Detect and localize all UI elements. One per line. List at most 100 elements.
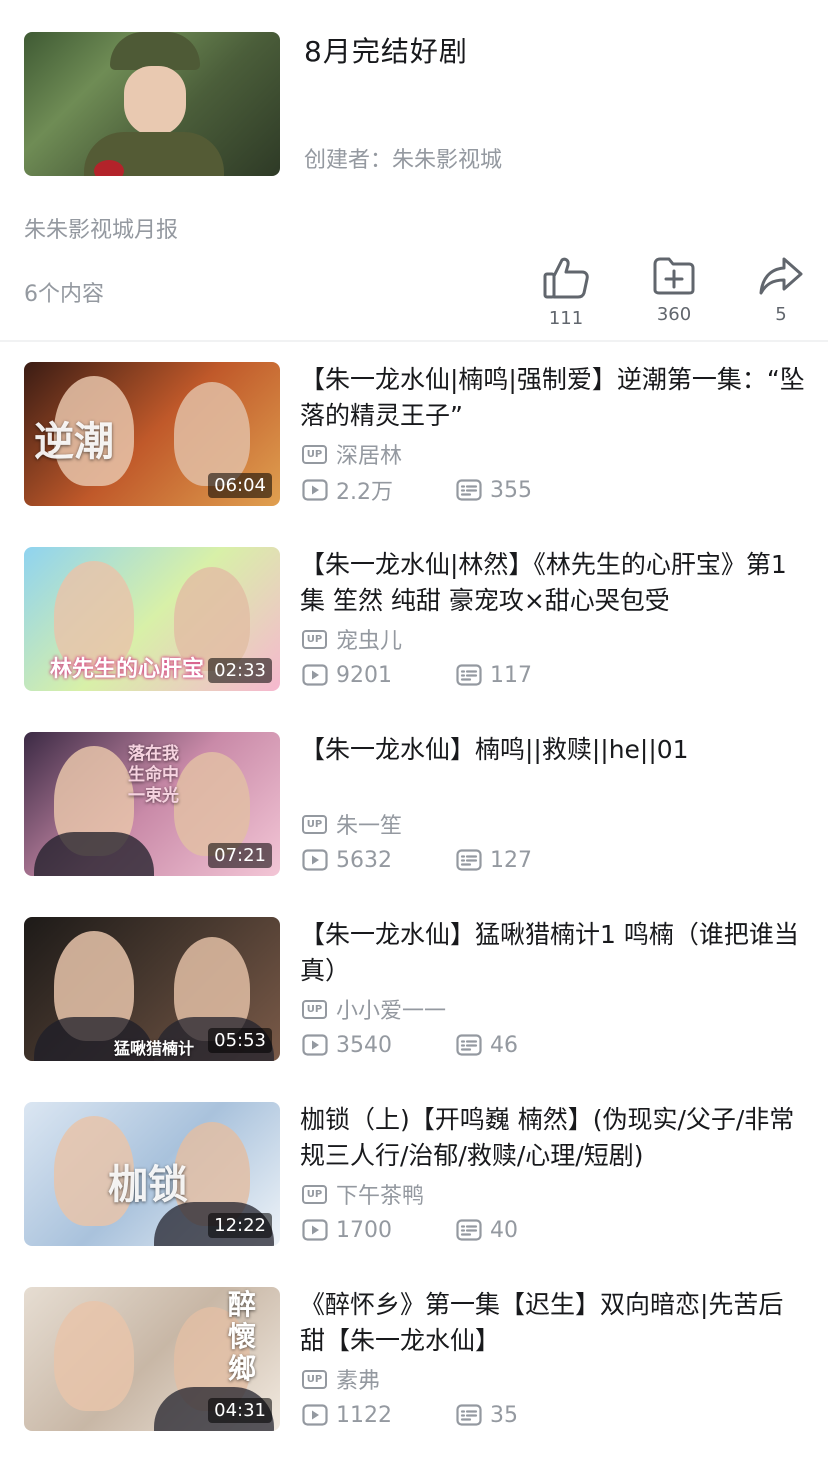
playlist-creator[interactable]: 创建者：朱朱影视城 bbox=[304, 142, 502, 174]
cover-figure-face bbox=[124, 66, 186, 136]
danmaku-count-stat: 127 bbox=[456, 848, 532, 873]
cover-rose bbox=[94, 160, 124, 176]
play-icon bbox=[302, 479, 328, 501]
play-icon bbox=[302, 1034, 328, 1056]
play-count-stat: 3540 bbox=[302, 1033, 456, 1058]
danmaku-count: 117 bbox=[490, 662, 532, 688]
uploader-name: 宠虫儿 bbox=[336, 629, 403, 654]
video-title[interactable]: 【朱一龙水仙】楠鸣||救赎||he||01 bbox=[300, 732, 805, 768]
danmaku-count: 46 bbox=[490, 1032, 518, 1058]
uploader-row[interactable]: UP 宠虫儿 bbox=[302, 625, 403, 654]
video-title[interactable]: 《醉怀乡》第一集【迟生】双向暗恋|先苦后甜【朱一龙水仙】 bbox=[300, 1287, 805, 1359]
thumb-overlay-title: 落在我生命中一束光 bbox=[128, 744, 179, 806]
share-button[interactable]: 5 bbox=[741, 256, 821, 325]
video-duration: 06:04 bbox=[208, 473, 272, 498]
video-thumbnail[interactable]: 逆潮 06:04 bbox=[24, 362, 280, 506]
video-thumbnail[interactable]: 林先生的心肝宝 02:33 bbox=[24, 547, 280, 691]
like-count: 111 bbox=[548, 308, 584, 329]
danmaku-count: 35 bbox=[490, 1402, 518, 1428]
thumb-overlay-title: 逆潮 bbox=[34, 418, 114, 465]
play-count-stat: 1700 bbox=[302, 1218, 456, 1243]
play-count-stat: 9201 bbox=[302, 663, 456, 688]
uploader-row[interactable]: UP 下午茶鸭 bbox=[302, 1180, 425, 1209]
video-title[interactable]: 枷锁（上)【开鸣巍 楠然】(伪现实/父子/非常规三人行/治郁/救赎/心理/短剧) bbox=[300, 1102, 805, 1174]
thumb-figure-left bbox=[54, 1301, 134, 1411]
danmaku-icon bbox=[456, 1219, 482, 1241]
up-badge-icon: UP bbox=[302, 444, 327, 464]
video-title[interactable]: 【朱一龙水仙|楠鸣|强制爱】逆潮第一集：“坠落的精灵王子” bbox=[300, 362, 805, 434]
danmaku-count: 127 bbox=[490, 847, 532, 873]
video-duration: 04:31 bbox=[208, 1398, 272, 1423]
share-arrow-icon bbox=[759, 257, 803, 295]
danmaku-icon bbox=[456, 849, 482, 871]
play-count: 3540 bbox=[336, 1032, 392, 1058]
danmaku-icon bbox=[456, 1404, 482, 1426]
thumb-overlay-title: 醉懷鄉 bbox=[228, 1288, 257, 1385]
up-badge-icon: UP bbox=[302, 1369, 327, 1389]
play-icon bbox=[302, 1219, 328, 1241]
uploader-row[interactable]: UP 小小爱一一 bbox=[302, 995, 447, 1024]
thumb-up-icon bbox=[543, 257, 589, 299]
video-list: 逆潮 06:04 【朱一龙水仙|楠鸣|强制爱】逆潮第一集：“坠落的精灵王子” U… bbox=[0, 362, 828, 1472]
video-duration: 05:53 bbox=[208, 1028, 272, 1053]
up-badge-icon: UP bbox=[302, 629, 327, 649]
video-duration: 02:33 bbox=[208, 658, 272, 683]
play-count-stat: 1122 bbox=[302, 1403, 456, 1428]
danmaku-count-stat: 355 bbox=[456, 478, 532, 503]
video-thumbnail[interactable]: 醉懷鄉 04:31 bbox=[24, 1287, 280, 1431]
thumb-overlay-title: 猛啾猎楠计 bbox=[114, 1039, 195, 1058]
danmaku-count: 355 bbox=[490, 477, 532, 503]
play-icon bbox=[302, 849, 328, 871]
video-stats: 3540 46 bbox=[302, 1031, 518, 1059]
video-item[interactable]: 醉懷鄉 04:31 《醉怀乡》第一集【迟生】双向暗恋|先苦后甜【朱一龙水仙】 U… bbox=[0, 1287, 828, 1472]
favorite-button[interactable]: 360 bbox=[634, 256, 714, 325]
add-folder-icon bbox=[653, 257, 695, 295]
play-count-stat: 5632 bbox=[302, 848, 456, 873]
video-item[interactable]: 逆潮 06:04 【朱一龙水仙|楠鸣|强制爱】逆潮第一集：“坠落的精灵王子” U… bbox=[0, 362, 828, 547]
video-item[interactable]: 林先生的心肝宝 02:33 【朱一龙水仙|林然】《林先生的心肝宝》第1集 笙然 … bbox=[0, 547, 828, 732]
playlist-header: 8月完结好剧 创建者：朱朱影视城 朱朱影视城月报 6个内容 111 360 5 bbox=[0, 0, 828, 340]
danmaku-icon bbox=[456, 479, 482, 501]
play-count-stat: 2.2万 bbox=[302, 474, 456, 506]
danmaku-icon bbox=[456, 664, 482, 686]
playlist-content-count: 6个内容 bbox=[24, 282, 104, 307]
video-thumbnail[interactable]: 枷锁 12:22 bbox=[24, 1102, 280, 1246]
uploader-name: 朱一笙 bbox=[336, 814, 403, 839]
like-button[interactable]: 111 bbox=[526, 256, 606, 329]
thumb-overlay-title: 枷锁 bbox=[108, 1161, 188, 1208]
danmaku-count-stat: 35 bbox=[456, 1403, 518, 1428]
play-count: 2.2万 bbox=[336, 480, 393, 505]
video-item[interactable]: 落在我生命中一束光 07:21 【朱一龙水仙】楠鸣||救赎||he||01 UP… bbox=[0, 732, 828, 917]
video-title[interactable]: 【朱一龙水仙】猛啾猎楠计1 鸣楠（谁把谁当真） bbox=[300, 917, 805, 989]
video-stats: 1700 40 bbox=[302, 1216, 518, 1244]
thumb-figure-right bbox=[174, 382, 250, 486]
danmaku-count: 40 bbox=[490, 1217, 518, 1243]
danmaku-icon bbox=[456, 1034, 482, 1056]
uploader-row[interactable]: UP 深居林 bbox=[302, 440, 402, 469]
video-duration: 12:22 bbox=[208, 1213, 272, 1238]
video-item[interactable]: 猛啾猎楠计 05:53 【朱一龙水仙】猛啾猎楠计1 鸣楠（谁把谁当真） UP 小… bbox=[0, 917, 828, 1102]
thumb-overlay-title: 林先生的心肝宝 bbox=[50, 656, 205, 682]
video-duration: 07:21 bbox=[208, 843, 272, 868]
play-count: 1122 bbox=[336, 1402, 392, 1428]
thumb-figure-right bbox=[174, 752, 250, 856]
play-count: 9201 bbox=[336, 662, 392, 688]
video-title[interactable]: 【朱一龙水仙|林然】《林先生的心肝宝》第1集 笙然 纯甜 豪宠攻×甜心哭包受 bbox=[300, 547, 805, 619]
video-stats: 1122 35 bbox=[302, 1401, 518, 1429]
play-icon bbox=[302, 664, 328, 686]
video-thumbnail[interactable]: 落在我生命中一束光 07:21 bbox=[24, 732, 280, 876]
up-badge-icon: UP bbox=[302, 999, 327, 1019]
uploader-name: 下午茶鸭 bbox=[336, 1184, 425, 1209]
playlist-cover-image[interactable] bbox=[24, 32, 280, 176]
video-item[interactable]: 枷锁 12:22 枷锁（上)【开鸣巍 楠然】(伪现实/父子/非常规三人行/治郁/… bbox=[0, 1102, 828, 1287]
play-count: 1700 bbox=[336, 1217, 392, 1243]
cover-figure-cap bbox=[110, 32, 200, 70]
section-divider bbox=[0, 340, 828, 342]
uploader-row[interactable]: UP 素弗 bbox=[302, 1365, 380, 1394]
video-thumbnail[interactable]: 猛啾猎楠计 05:53 bbox=[24, 917, 280, 1061]
uploader-row[interactable]: UP 朱一笙 bbox=[302, 810, 403, 839]
video-stats: 5632 127 bbox=[302, 846, 532, 874]
play-icon bbox=[302, 1404, 328, 1426]
danmaku-count-stat: 46 bbox=[456, 1033, 518, 1058]
uploader-name: 小小爱一一 bbox=[336, 999, 447, 1024]
